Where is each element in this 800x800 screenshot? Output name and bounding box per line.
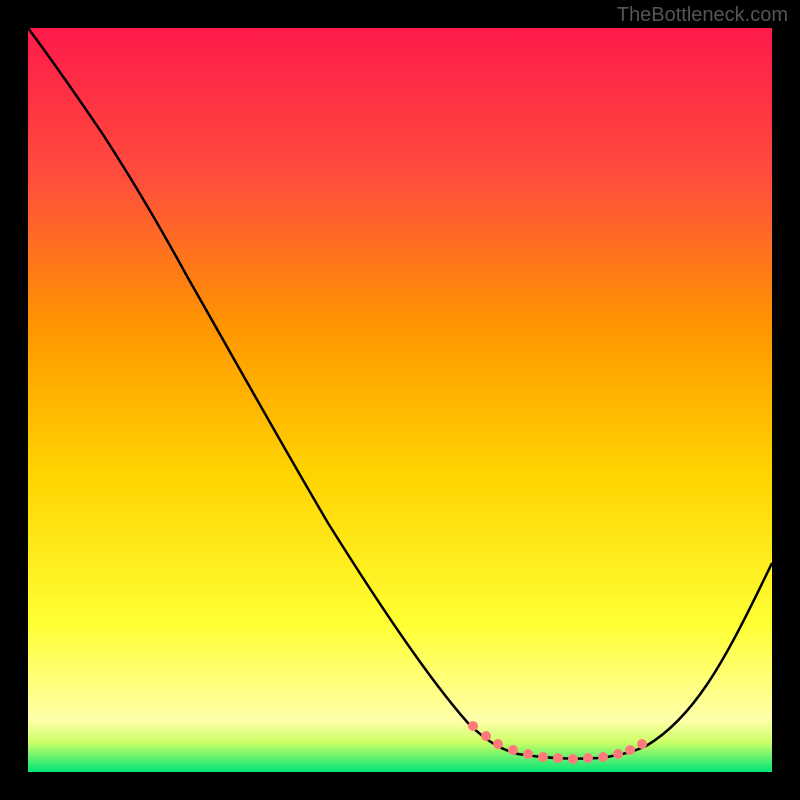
chart-container [28, 28, 772, 772]
highlighted-dots-group [468, 721, 647, 764]
highlight-dot [493, 739, 503, 749]
highlight-dot [538, 752, 548, 762]
highlight-dot [598, 752, 608, 762]
highlight-dot [523, 749, 533, 759]
watermark-text: TheBottleneck.com [617, 4, 788, 27]
highlight-dot [481, 731, 491, 741]
highlight-dot [553, 753, 563, 763]
chart-curve [28, 28, 772, 772]
highlight-dot [613, 749, 623, 759]
highlight-dot [625, 745, 635, 755]
highlight-dot [568, 754, 578, 764]
highlight-dot [583, 753, 593, 763]
highlight-dot [508, 745, 518, 755]
highlight-dot [468, 721, 478, 731]
bottleneck-curve-path [28, 28, 772, 759]
highlight-dot [637, 739, 647, 749]
